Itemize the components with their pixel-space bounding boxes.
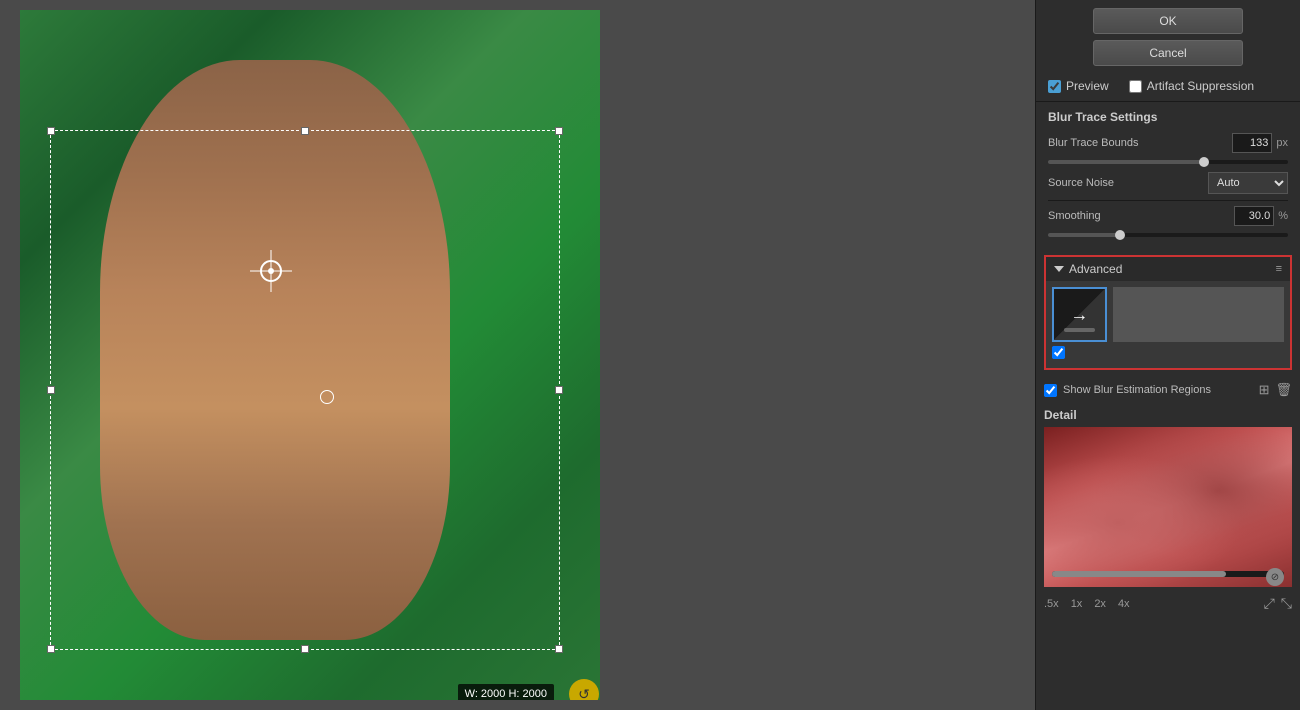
detail-zoom-controls: .5x 1x 2x 4x ⤢ ⤡ [1036,591,1300,616]
blur-trace-bounds-value: px [1232,133,1288,153]
cancel-button[interactable]: Cancel [1093,40,1243,66]
detail-image: ⊘ [1044,427,1292,587]
zoom-labels: .5x 1x 2x 4x [1044,598,1130,610]
zoom-4x[interactable]: 4x [1118,598,1130,610]
blur-trace-bounds-row: Blur Trace Bounds px [1048,132,1288,154]
advanced-header-left: Advanced [1054,262,1122,276]
detail-slider-bar[interactable]: ⊘ [1052,571,1284,577]
source-noise-select[interactable]: Auto Low Medium High [1208,172,1288,194]
blur-trace-bounds-slider-track[interactable] [1048,160,1288,164]
advanced-triangle-icon [1054,266,1064,272]
detail-image-content [1044,427,1292,587]
smoothing-value-group: % [1234,206,1288,226]
smoothing-label: Smoothing [1048,210,1234,222]
panel-checkboxes: Preview Artifact Suppression [1036,74,1300,102]
source-noise-label: Source Noise [1048,177,1208,189]
blur-thumbnail[interactable]: → [1052,287,1107,342]
smoothing-unit: % [1278,210,1288,222]
smoothing-slider-track[interactable] [1048,233,1288,237]
ok-button[interactable]: OK [1093,8,1243,34]
advanced-header[interactable]: Advanced ≡ [1046,257,1290,281]
advanced-menu-icon[interactable]: ≡ [1276,263,1282,275]
canvas-image-container: ↺ W: 2000 H: 2000 [20,10,600,700]
blur-trace-bounds-slider-row [1048,160,1288,164]
show-blur-estimation-label: Show Blur Estimation Regions [1063,384,1253,396]
smoothing-row: Smoothing % [1048,205,1288,227]
center-pivot[interactable] [260,260,282,282]
settings-section: Blur Trace Bounds px Source Noise Auto L… [1036,128,1300,249]
source-noise-row: Source Noise Auto Low Medium High [1048,172,1288,194]
preview-checkbox-item: Preview [1048,79,1109,93]
thumb-arrow-icon: → [1071,304,1089,325]
panel-buttons: OK Cancel [1036,0,1300,74]
canvas-area: ↺ W: 2000 H: 2000 [0,0,1035,710]
zoom-0-5x[interactable]: .5x [1044,598,1059,610]
smoothing-slider-row [1048,233,1288,237]
thumbnail-side-area [1113,287,1284,342]
advanced-content: → [1046,281,1290,368]
estimation-row: Show Blur Estimation Regions ⊞ 🗑 [1036,376,1300,404]
thumb-bar [1064,328,1095,332]
detail-slider-fill [1052,571,1226,577]
zoom-1x[interactable]: 1x [1071,598,1083,610]
thumb-checkbox-container [1052,346,1107,362]
detail-slider-end: ⊘ [1266,568,1284,586]
blur-trace-bounds-label: Blur Trace Bounds [1048,137,1232,149]
estimation-icons: ⊞ 🗑 [1259,382,1292,398]
zoom-2x[interactable]: 2x [1094,598,1106,610]
expand-icon[interactable]: ⤢ [1264,595,1275,612]
blur-trace-bounds-unit: px [1276,137,1288,149]
pivot-small [320,390,334,404]
advanced-label: Advanced [1069,262,1122,276]
detail-title: Detail [1044,408,1292,422]
thumbnail-area: → [1052,287,1284,362]
blur-trace-bounds-input[interactable] [1232,133,1272,153]
blur-trace-bounds-slider-thumb[interactable] [1199,157,1209,167]
right-panel: OK Cancel Preview Artifact Suppression B… [1035,0,1300,710]
canvas-image: ↺ W: 2000 H: 2000 [20,10,600,700]
thumb-checkbox[interactable] [1052,346,1065,359]
zoom-icon-group: ⤢ ⤡ [1264,595,1292,612]
smoothing-input[interactable] [1234,206,1274,226]
fullscreen-icon[interactable]: ⤡ [1281,595,1292,612]
blur-trace-bounds-slider-fill [1048,160,1204,164]
artifact-suppression-checkbox[interactable] [1129,80,1142,93]
delete-estimation-region-icon[interactable]: 🗑 [1275,382,1292,398]
divider-1 [1048,200,1288,201]
smoothing-slider-fill [1048,233,1120,237]
portrait-face [100,60,450,640]
pivot-line-vertical [271,250,272,292]
artifact-suppression-label: Artifact Suppression [1147,79,1254,93]
advanced-section: Advanced ≡ → [1044,255,1292,370]
smoothing-slider-thumb[interactable] [1115,230,1125,240]
preview-checkbox[interactable] [1048,80,1061,93]
preview-label: Preview [1066,79,1109,93]
artifact-suppression-checkbox-item: Artifact Suppression [1129,79,1254,93]
thumb-inner: → [1054,289,1105,340]
detail-section: Detail ⊘ [1036,404,1300,591]
blur-trace-settings-title: Blur Trace Settings [1036,102,1300,128]
add-estimation-region-icon[interactable]: ⊞ [1259,382,1270,398]
show-blur-estimation-checkbox[interactable] [1044,384,1057,397]
